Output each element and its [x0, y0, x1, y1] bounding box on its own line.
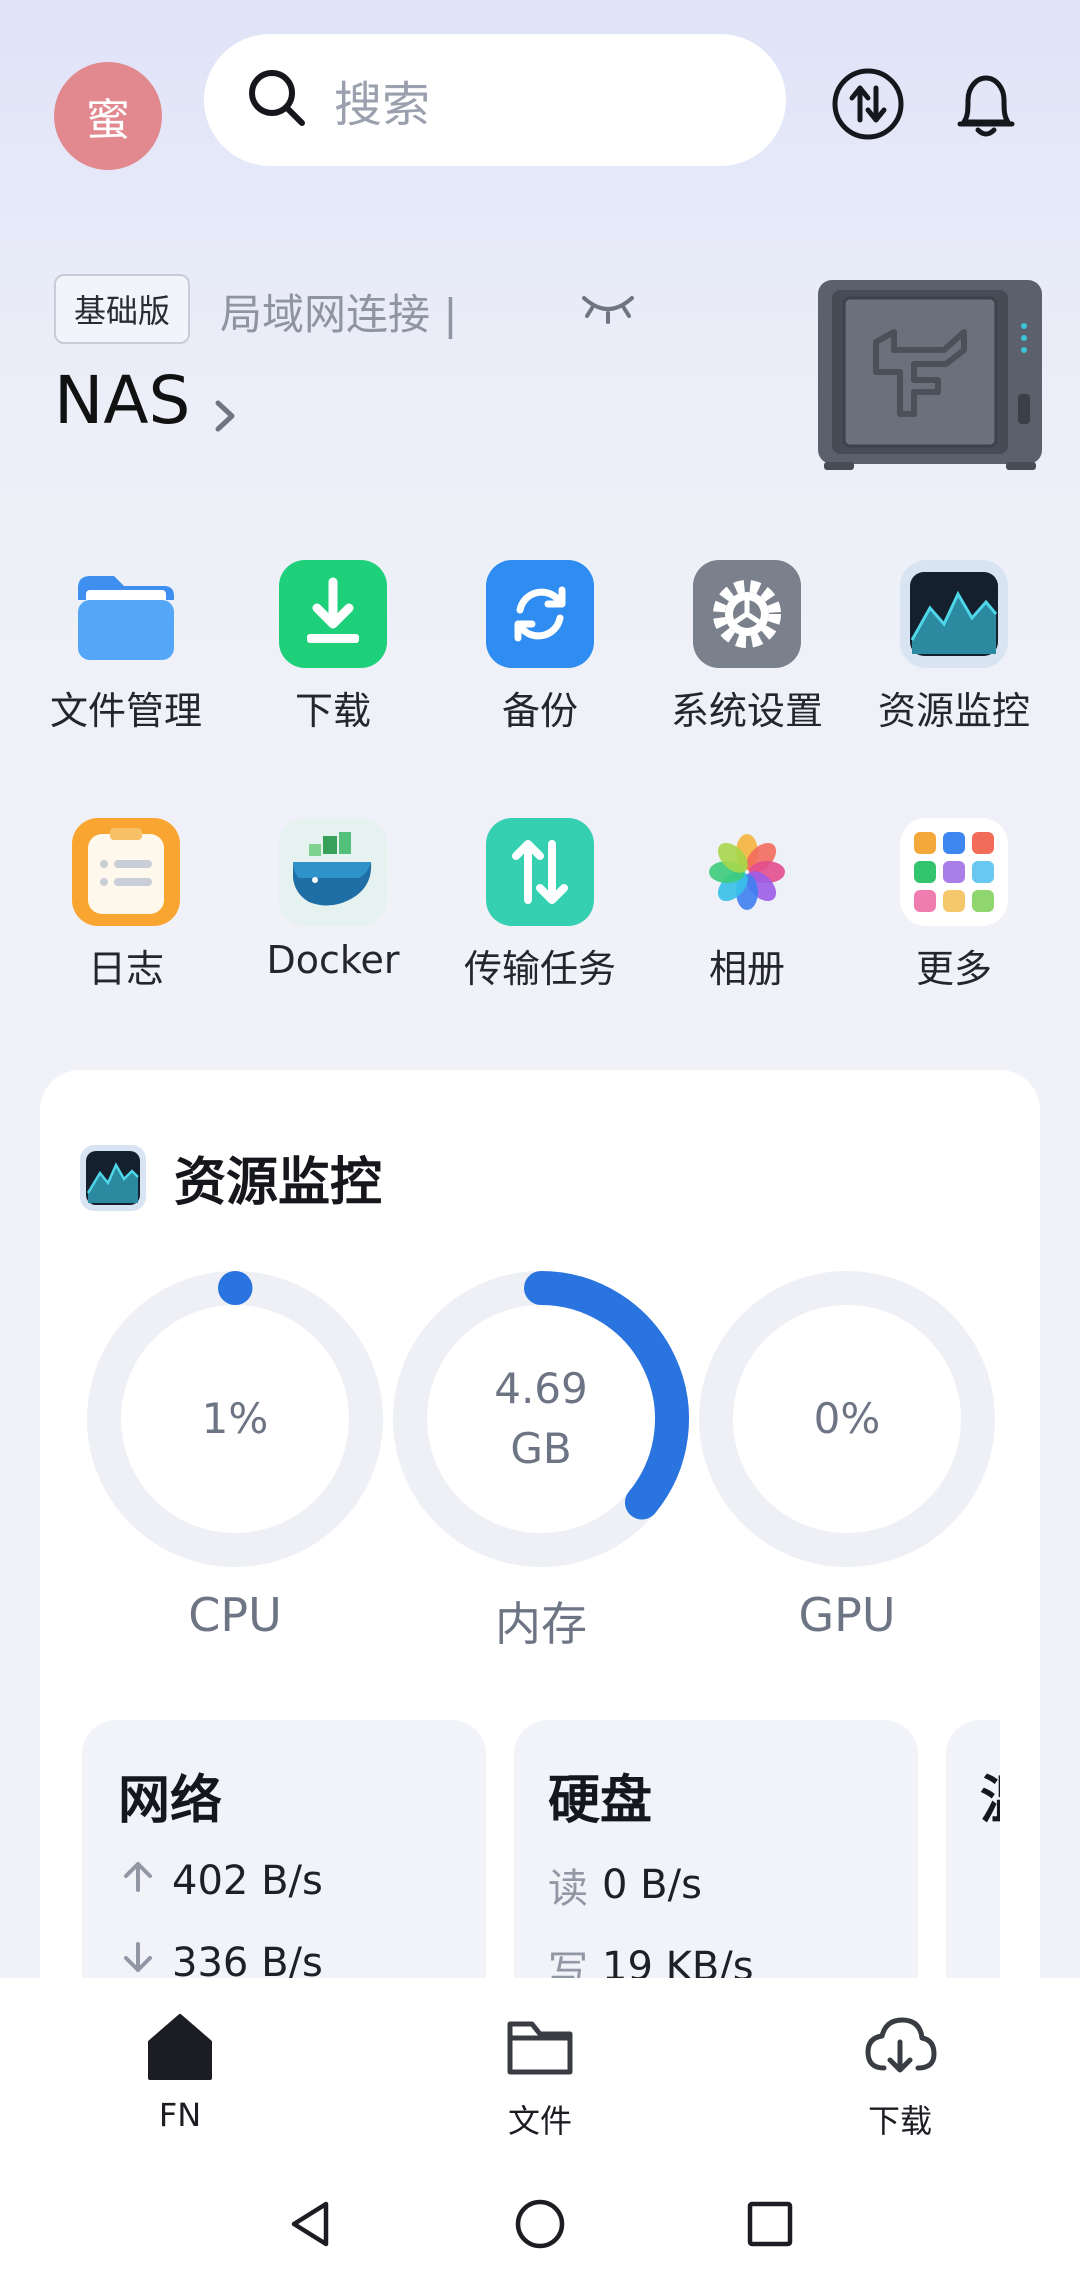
bell-icon[interactable] — [948, 66, 1024, 142]
transfer-arrows-icon — [486, 818, 594, 926]
third-stats-title: 温 — [980, 1758, 1000, 1833]
disk-write-label: 写 — [548, 1948, 588, 1978]
disk-title: 硬盘 — [548, 1771, 653, 1831]
disk-read-value: 0 B/s — [602, 1862, 702, 1908]
folder-outline-icon — [502, 2008, 578, 2088]
chevron-right-icon — [208, 378, 242, 431]
resource-monitor-icon — [900, 560, 1008, 668]
log-clipboard-icon — [72, 818, 180, 926]
app-file-manager[interactable]: 文件管理 — [26, 560, 226, 735]
app-backup[interactable]: 备份 — [440, 560, 640, 735]
user-avatar[interactable]: 蜜 — [54, 62, 162, 170]
nav-tab-files[interactable]: 文件 — [440, 2008, 640, 2142]
app-log[interactable]: 日志 — [26, 818, 226, 993]
docker-whale-icon — [279, 818, 387, 926]
connection-status: 局域网连接 | — [220, 290, 458, 339]
arrow-up-icon — [118, 1856, 158, 1906]
system-recents-button[interactable] — [742, 2196, 798, 2252]
app-download[interactable]: 下载 — [233, 560, 433, 735]
app-photos[interactable]: 相册 — [647, 818, 847, 993]
cloud-download-icon — [862, 2008, 938, 2088]
arrow-down-icon — [118, 1938, 158, 1978]
transfer-sync-icon[interactable] — [830, 66, 906, 142]
avatar-initial: 蜜 — [86, 95, 130, 146]
app-resource-monitor[interactable]: 资源监控 — [854, 560, 1054, 735]
network-download-value: 336 B/s — [172, 1940, 323, 1978]
eye-closed-icon[interactable] — [580, 290, 636, 324]
network-title: 网络 — [118, 1771, 223, 1831]
network-upload-value: 402 B/s — [172, 1858, 323, 1904]
nas-device-image — [814, 276, 1046, 472]
nav-tab-fn[interactable]: FN — [80, 2008, 280, 2134]
backup-sync-icon — [486, 560, 594, 668]
network-upload-row: 402 B/s — [118, 1856, 323, 1906]
network-download-row: 336 B/s — [118, 1938, 323, 1978]
disk-card[interactable]: 硬盘 读 0 B/s 写 19 KB/s — [514, 1720, 918, 1978]
disk-write-value: 19 KB/s — [602, 1944, 754, 1978]
device-name: NAS — [54, 362, 191, 439]
disk-write-row: 写 19 KB/s — [548, 1938, 754, 1978]
plan-badge: 基础版 — [54, 274, 191, 344]
photos-flower-icon — [693, 818, 801, 926]
app-more[interactable]: 更多 — [854, 818, 1054, 993]
search-bar[interactable]: 搜索 — [204, 34, 786, 166]
app-transfer-tasks[interactable]: 传输任务 — [440, 818, 640, 993]
network-card[interactable]: 网络 402 B/s 336 B/s — [82, 1720, 486, 1978]
download-icon — [279, 560, 387, 668]
system-home-button[interactable] — [512, 2196, 568, 2252]
system-back-button[interactable] — [282, 2196, 338, 2252]
search-icon — [244, 65, 310, 135]
device-name-link[interactable]: NAS — [54, 362, 242, 439]
disk-read-row: 读 0 B/s — [548, 1856, 702, 1914]
search-placeholder: 搜索 — [334, 77, 431, 133]
stats-scroller[interactable]: 网络 402 B/s 336 B/s 硬盘 读 0 B/s 写 19 KB/s … — [40, 1070, 1000, 1978]
nav-tab-download[interactable]: 下载 — [800, 2008, 1000, 2142]
folder-icon — [72, 560, 180, 668]
disk-read-label: 读 — [548, 1866, 588, 1912]
more-grid-icon — [900, 818, 1008, 926]
third-stats-card[interactable]: 温 — [946, 1720, 1000, 1978]
app-system-settings[interactable]: 系统设置 — [647, 560, 847, 735]
settings-gear-icon — [693, 560, 801, 668]
app-docker[interactable]: Docker — [233, 818, 433, 982]
home-icon — [142, 2008, 218, 2088]
